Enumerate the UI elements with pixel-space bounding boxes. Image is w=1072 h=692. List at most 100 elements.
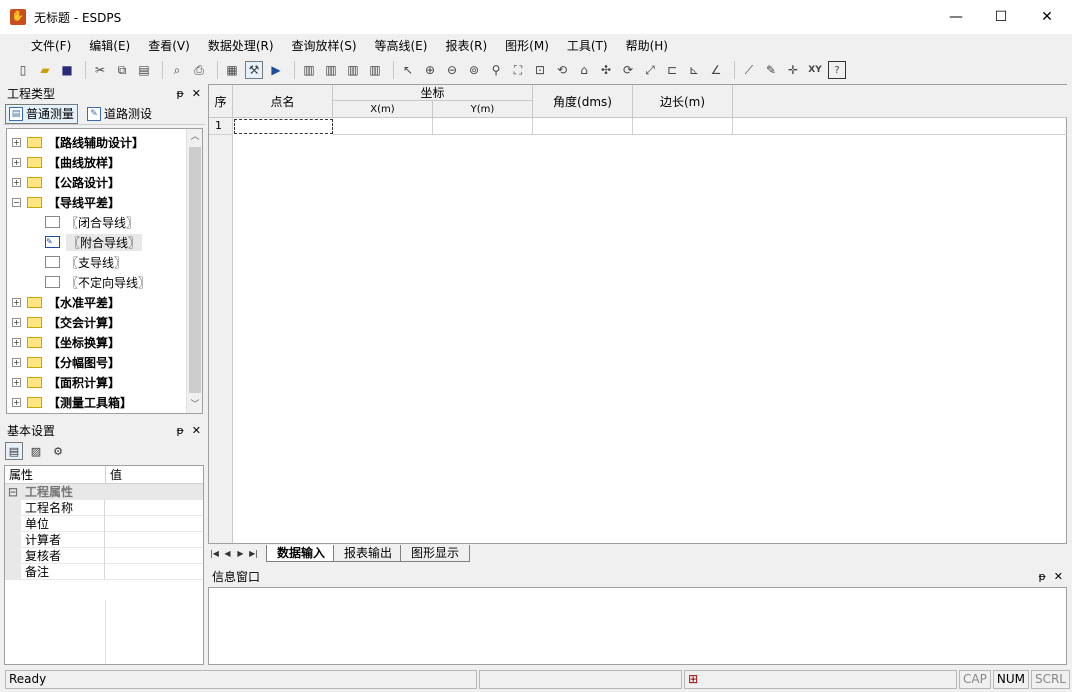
tab-graphic-display[interactable]: 图形显示 — [400, 544, 471, 562]
tree-item-route-design[interactable]: + 【路线辅助设计】 — [7, 132, 202, 152]
menu-report[interactable]: 报表(R) — [436, 35, 496, 57]
property-row[interactable]: 计算者 — [5, 532, 203, 548]
first-sheet-icon[interactable]: |◀ — [208, 549, 221, 558]
close-icon[interactable]: ✕ — [192, 424, 201, 437]
tab-road-survey[interactable]: ✎ 道路测设 — [84, 104, 155, 124]
move-icon[interactable]: ⤢ — [641, 61, 659, 79]
plot-icon[interactable]: ⚒ — [245, 61, 263, 79]
zoom-all-icon[interactable]: ⊡ — [531, 61, 549, 79]
help-icon[interactable]: ? — [828, 61, 846, 79]
measure-icon[interactable]: ⊏ — [663, 61, 681, 79]
close-icon[interactable]: ✕ — [1054, 570, 1063, 583]
pin-icon[interactable]: ᵽ — [1038, 570, 1045, 583]
tree-scrollbar[interactable]: ︿ ﹀ — [186, 129, 202, 413]
property-value[interactable] — [105, 548, 203, 564]
tree-item-traverse-adjustment[interactable]: − 【导线平差】 — [7, 192, 202, 212]
pen-icon[interactable]: ✎ — [762, 61, 780, 79]
zoom-extents-icon[interactable]: ⛶ — [509, 61, 527, 79]
header-distance[interactable]: 边长(m) — [633, 85, 733, 118]
copy-icon[interactable]: ⧉ — [113, 61, 131, 79]
tree-item-intersection[interactable]: + 【交会计算】 — [7, 312, 202, 332]
header-angle[interactable]: 角度(dms) — [533, 85, 633, 118]
pin-icon[interactable]: ᵽ — [176, 424, 183, 437]
expand-icon[interactable]: + — [12, 397, 21, 407]
header-y[interactable]: Y(m) — [433, 101, 533, 118]
tab-data-input[interactable]: 数据输入 — [266, 544, 337, 562]
close-icon[interactable]: ✕ — [192, 87, 201, 100]
next-sheet-icon[interactable]: ▶ — [234, 549, 247, 558]
tree-item-map-sheet-number[interactable]: + 【分幅图号】 — [7, 352, 202, 372]
tree-item-unoriented-traverse[interactable]: 〖不定向导线〗 — [7, 272, 202, 292]
tree-item-coordinate-transform[interactable]: + 【坐标换算】 — [7, 332, 202, 352]
tree-item-leveling-adjustment[interactable]: + 【水准平差】 — [7, 292, 202, 312]
paste-icon[interactable]: ▤ — [135, 61, 153, 79]
collapse-icon[interactable]: − — [12, 197, 21, 207]
line-icon[interactable]: ⟋ — [740, 61, 758, 79]
prev-sheet-icon[interactable]: ◀ — [221, 549, 234, 558]
zoom-window-icon[interactable]: ⊚ — [465, 61, 483, 79]
menu-file[interactable]: 文件(F) — [22, 35, 80, 57]
scroll-up-icon[interactable]: ︿ — [187, 129, 202, 145]
menu-graphics[interactable]: 图形(M) — [496, 35, 558, 57]
area-icon[interactable]: ⊾ — [685, 61, 703, 79]
expand-icon[interactable]: + — [12, 297, 21, 307]
menu-contour[interactable]: 等高线(E) — [366, 35, 437, 57]
angle-icon[interactable]: ∠ — [707, 61, 725, 79]
zoom-previous-icon[interactable]: ⟲ — [553, 61, 571, 79]
run-icon[interactable]: ▶ — [267, 61, 285, 79]
maximize-button[interactable]: ☐ — [978, 0, 1024, 34]
zoom-out-icon[interactable]: ⊖ — [443, 61, 461, 79]
insert-col-icon[interactable]: ▥ — [344, 61, 362, 79]
calculate-icon[interactable]: ▦ — [223, 61, 241, 79]
property-value[interactable] — [105, 516, 203, 532]
cell-y[interactable] — [433, 118, 533, 135]
expand-icon[interactable]: + — [12, 177, 21, 187]
print-preview-icon[interactable]: ⌕ — [168, 61, 186, 79]
project-tree[interactable]: + 【路线辅助设计】 + 【曲线放样】 + 【公路设计】 − 【导线平差】 〖闭合导线〗… — [6, 128, 203, 414]
scroll-thumb[interactable] — [189, 147, 201, 393]
menu-view[interactable]: 查看(V) — [139, 35, 199, 57]
insert-row-icon[interactable]: ▥ — [300, 61, 318, 79]
zoom-in-icon[interactable]: ⊕ — [421, 61, 439, 79]
crosshair-icon[interactable]: ✛ — [784, 61, 802, 79]
snap-icon[interactable]: ✣ — [597, 61, 615, 79]
append-row-icon[interactable]: ▥ — [322, 61, 340, 79]
property-row[interactable]: 单位 — [5, 516, 203, 532]
minimize-button[interactable]: — — [933, 0, 979, 34]
cell-x[interactable] — [333, 118, 433, 135]
tree-item-closed-traverse[interactable]: 〖闭合导线〗 — [7, 212, 202, 232]
header-x[interactable]: X(m) — [333, 101, 433, 118]
property-row[interactable]: 备注 — [5, 564, 203, 580]
property-value[interactable] — [105, 564, 203, 580]
menu-edit[interactable]: 编辑(E) — [80, 35, 139, 57]
info-output-area[interactable] — [208, 587, 1067, 665]
document-settings-icon[interactable]: ▨ — [27, 442, 45, 460]
tab-general-survey[interactable]: ▤ 普通测量 — [5, 103, 79, 124]
property-value[interactable] — [105, 500, 203, 516]
scroll-down-icon[interactable]: ﹀ — [187, 397, 202, 413]
property-row[interactable]: 复核者 — [5, 548, 203, 564]
save-icon[interactable]: ■ — [58, 61, 76, 79]
expand-icon[interactable]: + — [12, 317, 21, 327]
tree-item-curve-stakeout[interactable]: + 【曲线放样】 — [7, 152, 202, 172]
expand-icon[interactable]: + — [12, 377, 21, 387]
pan-icon[interactable]: ⌂ — [575, 61, 593, 79]
expand-icon[interactable]: + — [12, 337, 21, 347]
tree-item-area-calculation[interactable]: + 【面积计算】 — [7, 372, 202, 392]
pointer-icon[interactable]: ↖ — [399, 61, 417, 79]
new-file-icon[interactable]: ▯ — [14, 61, 32, 79]
cell-point-name[interactable] — [234, 119, 333, 134]
rotate-icon[interactable]: ⟳ — [619, 61, 637, 79]
last-sheet-icon[interactable]: ▶| — [247, 549, 260, 558]
menu-tools[interactable]: 工具(T) — [558, 35, 617, 57]
property-row[interactable]: 工程名称 — [5, 500, 203, 516]
tree-item-connecting-traverse[interactable]: ✎ 〖附合导线〗 — [7, 232, 202, 252]
tab-report-output[interactable]: 报表输出 — [333, 544, 404, 562]
print-icon[interactable]: ⎙ — [190, 61, 208, 79]
tree-item-highway-design[interactable]: + 【公路设计】 — [7, 172, 202, 192]
tree-item-survey-toolbox[interactable]: + 【测量工具箱】 — [7, 392, 202, 412]
delete-row-icon[interactable]: ▥ — [366, 61, 384, 79]
menu-data-processing[interactable]: 数据处理(R) — [199, 35, 283, 57]
tree-item-open-traverse[interactable]: 〖支导线〗 — [7, 252, 202, 272]
project-settings-icon[interactable]: ▤ — [5, 442, 23, 460]
